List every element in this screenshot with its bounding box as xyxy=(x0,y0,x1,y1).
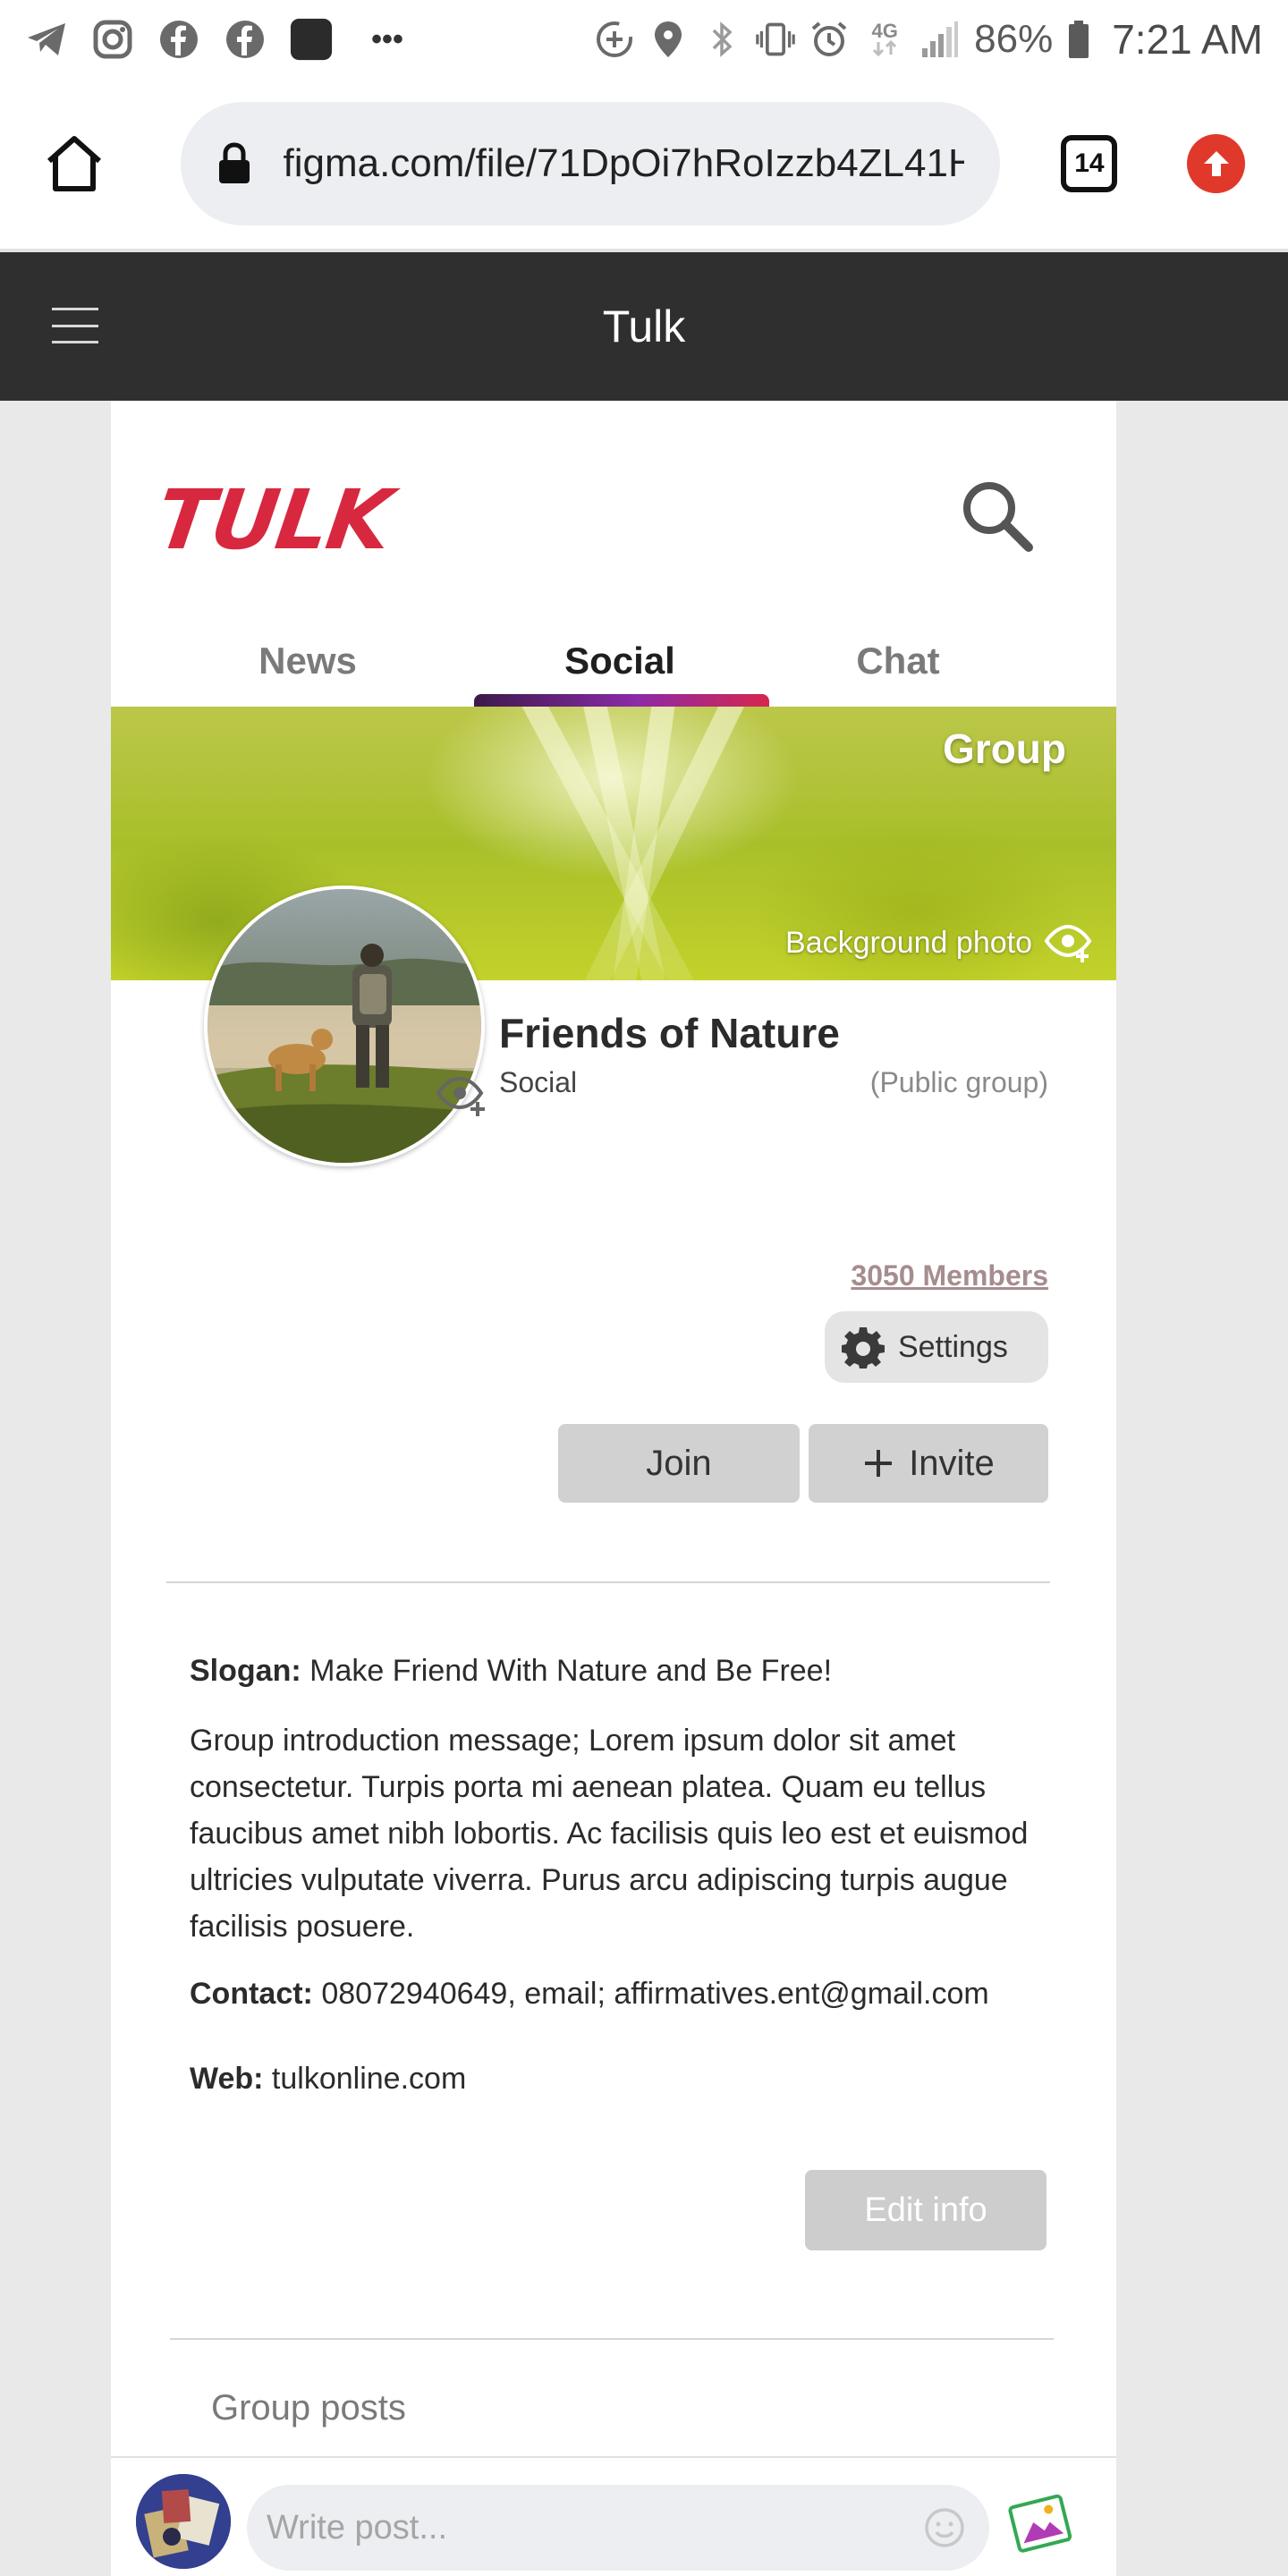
write-post-input[interactable]: Write post... xyxy=(247,2485,989,2571)
settings-button[interactable]: Settings xyxy=(825,1311,1048,1383)
group-web: Web: tulkonline.com xyxy=(190,2055,1030,2102)
web-label: Web: xyxy=(190,2062,264,2096)
browser-toolbar: figma.com/file/71DpOi7hRoIzzb4ZL41H 14 xyxy=(0,79,1288,252)
contact-label: Contact: xyxy=(190,1977,313,2011)
network-4g-icon: 4G xyxy=(863,20,906,59)
plus-icon xyxy=(865,1450,893,1477)
signal-icon xyxy=(920,20,960,59)
members-link[interactable]: 3050 Members xyxy=(851,1259,1048,1292)
edit-info-button[interactable]: Edit info xyxy=(805,2170,1046,2250)
facebook-icon xyxy=(157,18,200,61)
group-contact: Contact: 08072940649, email; affirmative… xyxy=(190,1975,1030,2012)
tab-chat[interactable]: Chat xyxy=(800,615,996,707)
slogan-text: Make Friend With Nature and Be Free! xyxy=(301,1654,833,1688)
group-category: Social xyxy=(499,1066,578,1098)
invite-button[interactable]: Invite xyxy=(809,1424,1048,1503)
write-post-placeholder: Write post... xyxy=(267,2508,448,2546)
home-icon xyxy=(47,136,102,191)
app-header-title: Tulk xyxy=(602,301,686,352)
app-header: Tulk xyxy=(0,252,1288,401)
group-page: TULK News Social Chat Group Background p… xyxy=(111,401,1116,2576)
main-tabs: News Social Chat xyxy=(111,615,1116,707)
url-text: figma.com/file/71DpOi7hRoIzzb4ZL41H xyxy=(283,141,965,185)
group-type: (Public group) xyxy=(869,1066,1048,1098)
group-intro: Group introduction message; Lorem ipsum … xyxy=(190,1724,1029,1944)
user-avatar[interactable] xyxy=(136,2474,231,2569)
divider xyxy=(170,2338,1054,2340)
change-avatar-icon[interactable] xyxy=(436,1073,490,1118)
emoji-icon[interactable] xyxy=(923,2506,966,2549)
tab-news[interactable]: News xyxy=(209,615,406,707)
telegram-icon xyxy=(25,18,68,61)
active-tab-indicator xyxy=(474,694,769,707)
eye-plus-icon xyxy=(1044,924,1092,962)
group-name: Friends of Nature xyxy=(499,1010,840,1056)
add-image-icon[interactable] xyxy=(1005,2488,1077,2560)
battery-icon xyxy=(1067,20,1090,59)
vibrate-icon xyxy=(756,20,795,59)
network-label: 4G xyxy=(871,20,898,42)
home-button[interactable] xyxy=(43,131,106,196)
divider xyxy=(166,1581,1050,1583)
cover-label: Group xyxy=(943,725,1066,772)
lock-icon xyxy=(219,142,250,183)
arrow-up-icon xyxy=(1203,151,1229,176)
settings-label: Settings xyxy=(898,1329,1008,1364)
gear-icon xyxy=(842,1327,885,1368)
more-icon: ••• xyxy=(371,21,403,56)
group-posts-title: Group posts xyxy=(211,2388,406,2428)
status-bar: ••• 4G 86% 7:21 AM xyxy=(0,0,1288,79)
invite-label: Invite xyxy=(909,1443,995,1483)
join-button[interactable]: Join xyxy=(558,1424,800,1503)
web-text[interactable]: tulkonline.com xyxy=(263,2062,466,2096)
update-button[interactable] xyxy=(1187,134,1245,193)
bluetooth-icon xyxy=(702,20,741,59)
contact-text: 08072940649, email; affirmatives.ent@gma… xyxy=(312,1977,989,2011)
background-photo-button[interactable]: Background photo xyxy=(785,923,1093,962)
tab-social[interactable]: Social xyxy=(472,615,767,707)
group-avatar[interactable] xyxy=(204,886,485,1166)
tab-switcher-button[interactable]: 14 xyxy=(1061,135,1118,192)
alarm-icon xyxy=(809,20,849,59)
data-saver-icon xyxy=(595,20,634,59)
facebook-icon xyxy=(224,18,267,61)
battery-percent: 86% xyxy=(974,17,1054,61)
background-photo-label: Background photo xyxy=(785,925,1032,960)
menu-icon[interactable] xyxy=(52,308,98,343)
url-field[interactable]: figma.com/file/71DpOi7hRoIzzb4ZL41H xyxy=(181,102,1001,225)
slogan-label: Slogan: xyxy=(190,1654,301,1688)
tulk-logo[interactable]: TULK xyxy=(150,472,395,568)
post-composer: Write post... xyxy=(111,2456,1116,2576)
instagram-icon xyxy=(91,18,134,61)
app-icon xyxy=(290,18,333,61)
search-icon[interactable] xyxy=(957,476,1038,556)
clock: 7:21 AM xyxy=(1112,16,1263,63)
location-icon xyxy=(648,20,688,59)
group-slogan: Slogan: Make Friend With Nature and Be F… xyxy=(190,1648,1030,1694)
